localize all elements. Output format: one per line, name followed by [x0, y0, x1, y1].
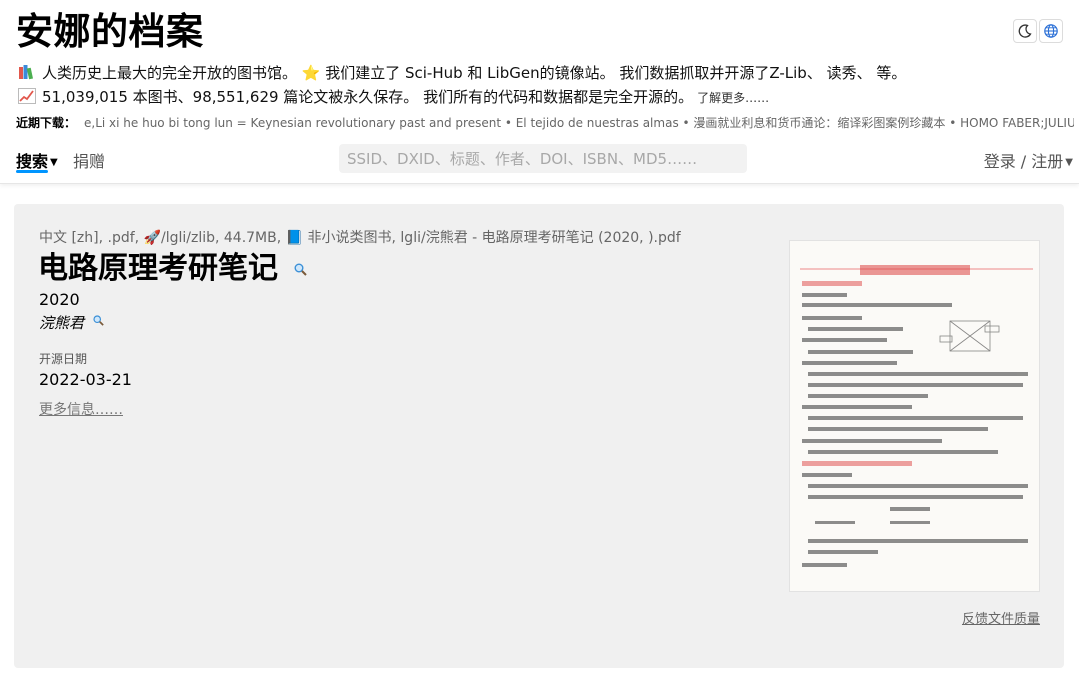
book-cover-image[interactable]: [789, 240, 1040, 592]
open-source-date-label: 开源日期: [39, 352, 88, 366]
publication-year: 2020: [39, 290, 80, 309]
search-icon[interactable]: [93, 315, 104, 326]
recent-downloads-list[interactable]: e,Li xi he huo bi tong lun = Keynesian r…: [84, 116, 1074, 130]
file-metadata: 中文 [zh], .pdf, 🚀/lgli/zlib, 44.7MB, 📘 非小…: [39, 230, 681, 246]
tab-donate[interactable]: 捐赠: [73, 148, 105, 172]
search-input[interactable]: [339, 144, 747, 173]
chart-increasing-icon: [18, 88, 36, 104]
active-tab-indicator: [16, 170, 48, 173]
author-name: 浣熊君: [39, 314, 85, 332]
recent-downloads: 近期下载： e,Li xi he huo bi tong lun = Keynes…: [16, 114, 1074, 132]
site-title[interactable]: 安娜的档案: [16, 8, 204, 56]
book-title: 电路原理考研笔记: [38, 249, 308, 289]
recent-downloads-label: 近期下载：: [16, 116, 77, 130]
main-nav: 搜索▼ 捐赠 登录 / 注册▼: [0, 140, 1079, 180]
language-button[interactable]: [1039, 19, 1063, 43]
tagline: 人类历史上最大的完全开放的图书馆。 ⭐ 我们建立了 Sci-Hub 和 LibG…: [18, 62, 906, 84]
search-icon[interactable]: [294, 263, 308, 276]
site-header: 安娜的档案 人类历史上最大的完全开放的图书馆。 ⭐ 我们建立了 Sci-Hub …: [0, 0, 1079, 184]
file-quality-feedback-link[interactable]: 反馈文件质量: [962, 611, 1040, 629]
learn-more-link[interactable]: 了解更多……: [697, 91, 769, 105]
tagline-text: 人类历史上最大的完全开放的图书馆。 ⭐ 我们建立了 Sci-Hub 和 LibG…: [42, 64, 907, 82]
stats: 51,039,015 本图书、98,551,629 篇论文被永久保存。 我们所有…: [18, 86, 769, 109]
tab-search-label: 搜索: [16, 152, 49, 171]
author: 浣熊君: [39, 313, 104, 333]
globe-icon: [1044, 24, 1058, 38]
chevron-down-icon: ▼: [50, 157, 58, 168]
books-icon: [18, 64, 36, 80]
moon-icon: [1018, 24, 1032, 38]
chevron-down-icon: ▼: [1065, 157, 1073, 168]
open-source-date: 2022-03-21: [39, 370, 132, 389]
book-title-text: 电路原理考研笔记: [38, 251, 278, 286]
stats-text: 51,039,015 本图书、98,551,629 篇论文被永久保存。 我们所有…: [42, 88, 694, 106]
theme-toggle-button[interactable]: [1013, 19, 1037, 43]
tab-search[interactable]: 搜索 ▼: [16, 148, 58, 172]
more-info-link[interactable]: 更多信息……: [39, 401, 123, 419]
login-register-button[interactable]: 登录 / 注册 ▼: [984, 148, 1073, 172]
login-register-label: 登录 / 注册: [983, 152, 1064, 171]
book-card: 中文 [zh], .pdf, 🚀/lgli/zlib, 44.7MB, 📘 非小…: [14, 204, 1064, 668]
top-icons: [1013, 19, 1063, 43]
